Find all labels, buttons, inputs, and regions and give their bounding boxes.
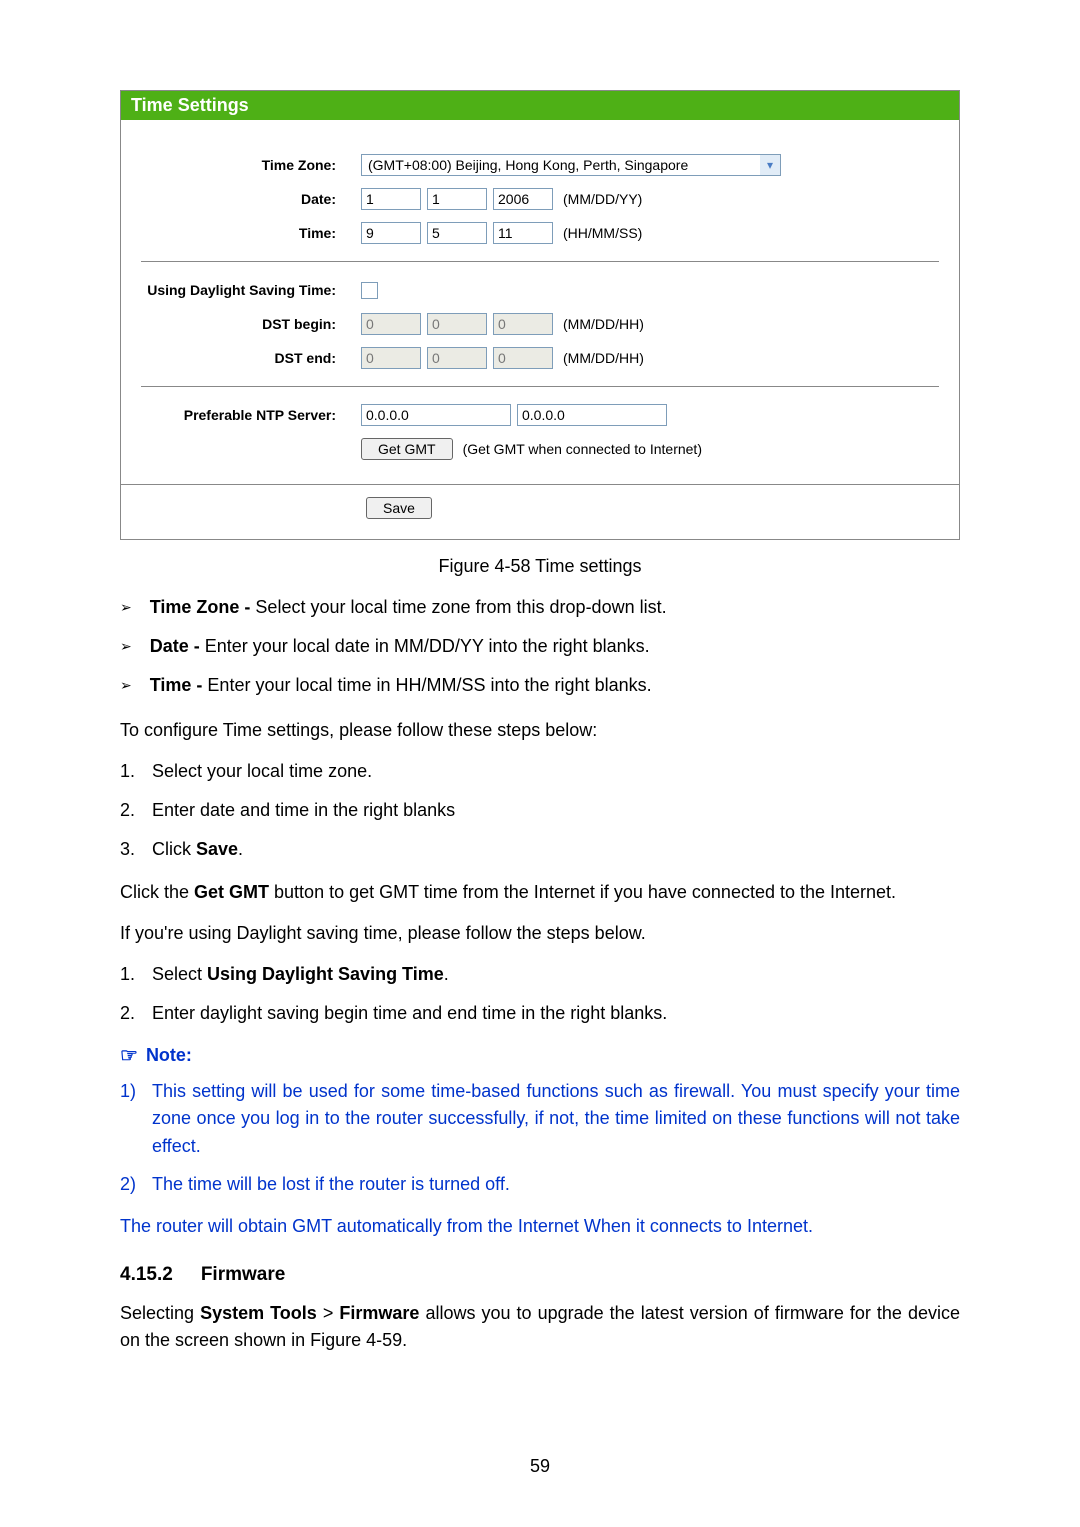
section-heading: 4.15.2 Firmware [120, 1264, 960, 1286]
steps-list-1: 1.Select your local time zone. 2.Enter d… [120, 758, 960, 863]
label-timezone: Time Zone: [141, 157, 361, 173]
ntp-server-1-input[interactable] [361, 404, 511, 426]
time-settings-panel: Time Settings Time Zone: (GMT+08:00) Bei… [120, 90, 960, 540]
bullet-arrow-icon: ➢ [120, 595, 132, 620]
dst-end-hint: (MM/DD/HH) [563, 350, 644, 366]
label-ntp: Preferable NTP Server: [141, 407, 361, 423]
dst-begin-dd-input[interactable] [427, 313, 487, 335]
timezone-select[interactable]: (GMT+08:00) Beijing, Hong Kong, Perth, S… [361, 154, 781, 176]
timezone-value: (GMT+08:00) Beijing, Hong Kong, Perth, S… [362, 155, 760, 175]
label-dst-end: DST end: [141, 350, 361, 366]
date-hint: (MM/DD/YY) [563, 191, 642, 207]
label-dst-using: Using Daylight Saving Time: [141, 282, 361, 298]
list-item: ➢ Date - Enter your local date in MM/DD/… [120, 634, 960, 659]
page-number: 59 [0, 1456, 1080, 1477]
list-item: 1.Select Using Daylight Saving Time. [120, 961, 960, 988]
date-year-input[interactable] [493, 188, 553, 210]
paragraph: If you're using Daylight saving time, pl… [120, 920, 960, 947]
note-icon: ☞ [120, 1043, 138, 1068]
time-mm-input[interactable] [427, 222, 487, 244]
steps-list-2: 1.Select Using Daylight Saving Time. 2.E… [120, 961, 960, 1027]
time-ss-input[interactable] [493, 222, 553, 244]
dst-end-hh-input[interactable] [493, 347, 553, 369]
get-gmt-button[interactable]: Get GMT [361, 438, 453, 460]
figure-caption: Figure 4-58 Time settings [120, 556, 960, 577]
list-item: ➢ Time Zone - Select your local time zon… [120, 595, 960, 620]
dst-begin-hh-input[interactable] [493, 313, 553, 335]
time-hint: (HH/MM/SS) [563, 225, 642, 241]
list-item: 2.Enter daylight saving begin time and e… [120, 1000, 960, 1027]
dst-begin-hint: (MM/DD/HH) [563, 316, 644, 332]
note-paragraph: The router will obtain GMT automatically… [120, 1213, 960, 1240]
note-header: ☞ Note: [120, 1043, 960, 1068]
label-dst-begin: DST begin: [141, 316, 361, 332]
time-hh-input[interactable] [361, 222, 421, 244]
list-item: 2.Enter date and time in the right blank… [120, 797, 960, 824]
section-title: Firmware [201, 1264, 285, 1286]
panel-title: Time Settings [121, 91, 959, 120]
ntp-server-2-input[interactable] [517, 404, 667, 426]
get-gmt-hint: (Get GMT when connected to Internet) [463, 441, 702, 457]
label-date: Date: [141, 191, 361, 207]
list-item: 2)The time will be lost if the router is… [120, 1171, 960, 1199]
divider [141, 386, 939, 387]
dst-end-dd-input[interactable] [427, 347, 487, 369]
paragraph: Click the Get GMT button to get GMT time… [120, 879, 960, 906]
list-item: 3.Click Save. [120, 836, 960, 863]
bullet-arrow-icon: ➢ [120, 634, 132, 659]
date-day-input[interactable] [427, 188, 487, 210]
dst-end-mm-input[interactable] [361, 347, 421, 369]
firmware-paragraph: Selecting System Tools > Firmware allows… [120, 1300, 960, 1354]
note-list: 1)This setting will be used for some tim… [120, 1078, 960, 1200]
section-number: 4.15.2 [120, 1264, 173, 1286]
list-item: ➢ Time - Enter your local time in HH/MM/… [120, 673, 960, 698]
bullet-arrow-icon: ➢ [120, 673, 132, 698]
dst-checkbox[interactable] [361, 282, 378, 299]
paragraph: To configure Time settings, please follo… [120, 717, 960, 744]
label-time: Time: [141, 225, 361, 241]
list-item: 1.Select your local time zone. [120, 758, 960, 785]
save-button[interactable]: Save [366, 497, 432, 519]
note-label: Note: [146, 1045, 192, 1066]
chevron-down-icon: ▾ [760, 155, 780, 175]
date-month-input[interactable] [361, 188, 421, 210]
feature-list: ➢ Time Zone - Select your local time zon… [120, 595, 960, 699]
list-item: 1)This setting will be used for some tim… [120, 1078, 960, 1162]
divider [141, 261, 939, 262]
dst-begin-mm-input[interactable] [361, 313, 421, 335]
